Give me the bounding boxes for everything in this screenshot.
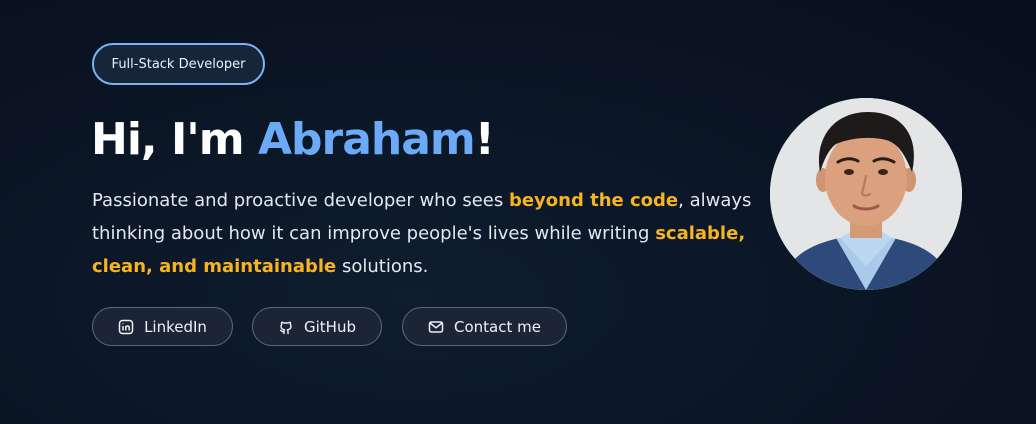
role-badge-label: Full-Stack Developer bbox=[111, 56, 246, 72]
linkedin-label: LinkedIn bbox=[144, 317, 207, 336]
bio-text: Passionate and proactive developer who s… bbox=[92, 184, 752, 283]
github-label: GitHub bbox=[304, 317, 356, 336]
page-title: Hi, I'm Abraham! bbox=[91, 112, 495, 168]
contact-label: Contact me bbox=[454, 317, 541, 336]
title-greeting: Hi, I'm bbox=[91, 114, 258, 165]
bio-part-3: solutions. bbox=[336, 256, 429, 277]
linkedin-button[interactable]: LinkedIn bbox=[92, 307, 233, 346]
contact-button[interactable]: Contact me bbox=[402, 307, 567, 346]
bio-part-1: Passionate and proactive developer who s… bbox=[92, 190, 509, 211]
hero-section: Full-Stack Developer Hi, I'm Abraham! Pa… bbox=[0, 0, 1036, 424]
title-name: Abraham bbox=[257, 114, 476, 165]
avatar bbox=[770, 98, 962, 290]
github-button[interactable]: GitHub bbox=[252, 307, 382, 346]
bio-highlight-1: beyond the code bbox=[508, 190, 679, 211]
mail-icon bbox=[428, 319, 444, 335]
linkedin-icon bbox=[118, 319, 134, 335]
role-badge: Full-Stack Developer bbox=[92, 43, 265, 85]
title-suffix: ! bbox=[474, 114, 495, 165]
github-icon bbox=[278, 319, 294, 335]
